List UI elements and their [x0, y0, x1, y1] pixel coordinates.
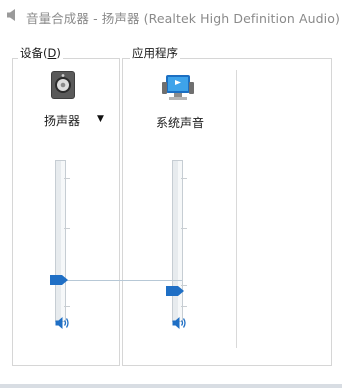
device-dropdown-icon[interactable]: ▼	[97, 114, 104, 124]
window-title: 音量合成器 - 扬声器 (Realtek High Definition Aud…	[26, 11, 340, 26]
applications-group	[122, 58, 332, 366]
window-bottom-edge	[0, 384, 342, 388]
speaker-device-icon[interactable]	[48, 70, 78, 100]
system-sounds-icon[interactable]	[160, 72, 196, 104]
device-level-line	[66, 280, 182, 281]
title-bar: 音量合成器 - 扬声器 (Realtek High Definition Aud…	[0, 0, 342, 34]
column-divider	[236, 70, 237, 348]
device-mute-volume-icon[interactable]	[54, 315, 70, 331]
device-name-label[interactable]: 扬声器	[44, 112, 80, 129]
device-group-label: 设备(D)	[18, 45, 63, 61]
device-slider-tick	[64, 228, 70, 229]
app-volume-track[interactable]	[172, 160, 183, 322]
app-slider-tick	[181, 228, 187, 229]
app-volume-thumb[interactable]	[166, 286, 184, 296]
device-volume-track[interactable]	[55, 160, 66, 322]
app-name-label: 系统声音	[156, 116, 205, 130]
app-slider-tick	[181, 306, 187, 307]
speaker-icon	[7, 9, 15, 21]
device-slider-tick	[64, 306, 70, 307]
app-mute-volume-icon[interactable]	[171, 315, 187, 331]
device-slider-tick	[64, 178, 70, 179]
device-volume-thumb[interactable]	[50, 275, 68, 285]
app-slider-tick	[181, 178, 187, 179]
applications-group-label: 应用程序	[130, 45, 180, 61]
